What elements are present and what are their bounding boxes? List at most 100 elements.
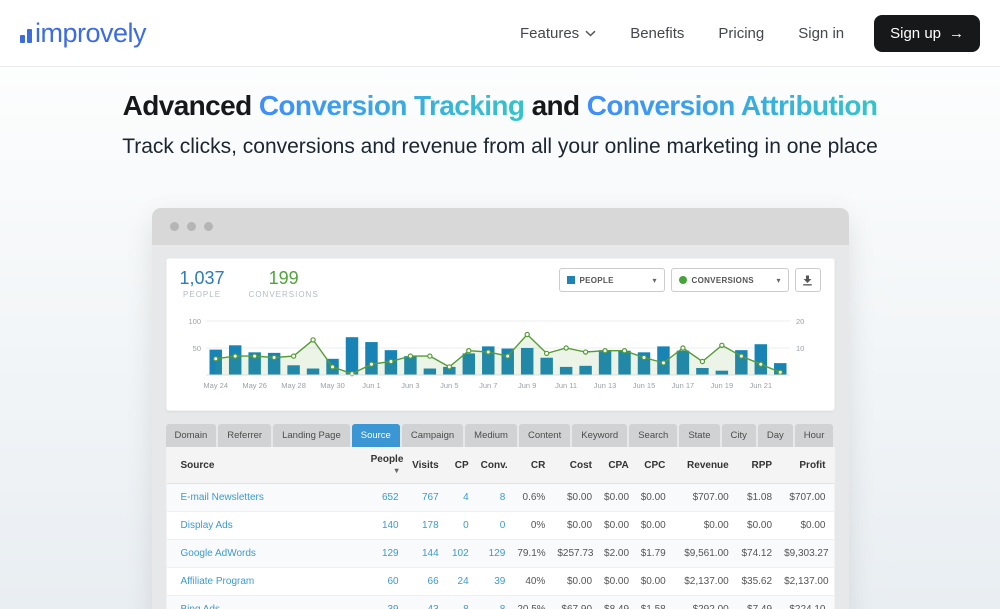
value-cell[interactable]: 0 xyxy=(447,512,477,540)
value-cell[interactable]: 652 xyxy=(367,484,407,512)
value-cell[interactable]: 129 xyxy=(367,540,407,568)
value-cell[interactable]: 767 xyxy=(407,484,447,512)
improvely-logo[interactable]: improvely xyxy=(20,20,146,47)
value-cell[interactable]: 8 xyxy=(477,596,514,609)
value-cell: $2.00 xyxy=(600,540,637,568)
tab-content[interactable]: Content xyxy=(519,424,570,447)
tab-day[interactable]: Day xyxy=(758,424,793,447)
people-series-swatch-icon xyxy=(567,276,575,284)
value-cell[interactable]: 43 xyxy=(407,596,447,609)
svg-text:May 26: May 26 xyxy=(242,381,267,390)
source-link[interactable]: Display Ads xyxy=(167,512,367,540)
tab-medium[interactable]: Medium xyxy=(465,424,517,447)
tab-state[interactable]: State xyxy=(679,424,719,447)
value-cell[interactable]: 39 xyxy=(477,568,514,596)
svg-text:Jun 21: Jun 21 xyxy=(750,381,773,390)
column-header-rpp[interactable]: RPP xyxy=(737,447,780,484)
column-header-cpa[interactable]: CPA xyxy=(600,447,637,484)
download-chart-button[interactable] xyxy=(795,268,821,292)
column-header-source[interactable]: Source xyxy=(167,447,367,484)
nav-item-sign-in[interactable]: Sign in xyxy=(798,25,844,42)
value-cell[interactable]: 178 xyxy=(407,512,447,540)
tab-landing-page[interactable]: Landing Page xyxy=(273,424,350,447)
value-cell: $707.00 xyxy=(780,484,833,512)
column-header-visits[interactable]: Visits xyxy=(407,447,447,484)
value-cell: $224.10 xyxy=(780,596,833,609)
value-cell[interactable]: 0 xyxy=(477,512,514,540)
value-cell[interactable]: 129 xyxy=(477,540,514,568)
column-header-revenue[interactable]: Revenue xyxy=(673,447,736,484)
tab-campaign[interactable]: Campaign xyxy=(402,424,463,447)
value-cell: 0.6% xyxy=(513,484,553,512)
svg-text:100: 100 xyxy=(188,317,201,326)
sign-up-button[interactable]: Sign up → xyxy=(874,15,980,52)
table-row: Affiliate Program6066243940%$0.00$0.00$0… xyxy=(167,568,834,596)
value-cell[interactable]: 4 xyxy=(447,484,477,512)
tab-referrer[interactable]: Referrer xyxy=(218,424,271,447)
column-header-cp[interactable]: CP xyxy=(447,447,477,484)
traffic-chart[interactable]: 501001020May 24May 26May 28May 30Jun 1Ju… xyxy=(180,303,821,408)
source-link[interactable]: E-mail Newsletters xyxy=(167,484,367,512)
hero-title: Advanced Conversion Tracking and Convers… xyxy=(0,88,1000,124)
logo-text: improvely xyxy=(35,20,146,47)
svg-text:Jun 1: Jun 1 xyxy=(362,381,380,390)
chart-controls: PEOPLE ▾ CONVERSIONS ▾ xyxy=(559,268,821,292)
people-stat: 1,037 PEOPLE xyxy=(180,268,225,299)
site-header: improvely Features Benefits Pricing Sign in… xyxy=(0,0,1000,67)
hero-subtitle: Track clicks, conversions and revenue fr… xyxy=(0,133,1000,160)
people-series-label: PEOPLE xyxy=(580,276,614,285)
sources-table-card: SourcePeople ▾VisitsCPConv.CRCostCPACPCR… xyxy=(166,447,835,609)
source-link[interactable]: Bing Ads xyxy=(167,596,367,609)
tab-city[interactable]: City xyxy=(722,424,756,447)
nav-item-pricing[interactable]: Pricing xyxy=(718,25,764,42)
tab-keyword[interactable]: Keyword xyxy=(572,424,627,447)
value-cell[interactable]: 66 xyxy=(407,568,447,596)
svg-text:Jun 15: Jun 15 xyxy=(633,381,656,390)
source-link[interactable]: Affiliate Program xyxy=(167,568,367,596)
value-cell[interactable]: 102 xyxy=(447,540,477,568)
tab-domain[interactable]: Domain xyxy=(166,424,217,447)
value-cell: $0.00 xyxy=(737,512,780,540)
download-icon xyxy=(802,275,813,286)
people-series-select[interactable]: PEOPLE ▾ xyxy=(559,268,665,292)
value-cell[interactable]: 140 xyxy=(367,512,407,540)
value-cell[interactable]: 60 xyxy=(367,568,407,596)
column-header-profit[interactable]: Profit xyxy=(780,447,833,484)
table-row: Google AdWords12914410212979.1%$257.73$2… xyxy=(167,540,834,568)
window-titlebar xyxy=(152,208,849,245)
hero-title-part: Conversion Attribution xyxy=(587,90,878,121)
column-header-cost[interactable]: Cost xyxy=(553,447,600,484)
nav-item-features[interactable]: Features xyxy=(520,25,596,42)
sign-up-label: Sign up xyxy=(890,25,941,42)
svg-text:Jun 17: Jun 17 xyxy=(672,381,695,390)
window-control-dot xyxy=(204,222,213,231)
value-cell[interactable]: 8 xyxy=(447,596,477,609)
tab-source[interactable]: Source xyxy=(352,424,400,447)
svg-text:Jun 3: Jun 3 xyxy=(401,381,419,390)
value-cell[interactable]: 8 xyxy=(477,484,514,512)
column-header-conv[interactable]: Conv. xyxy=(477,447,514,484)
value-cell[interactable]: 144 xyxy=(407,540,447,568)
column-header-cr[interactable]: CR xyxy=(513,447,553,484)
value-cell[interactable]: 39 xyxy=(367,596,407,609)
tab-hour[interactable]: Hour xyxy=(795,424,834,447)
table-row: Bing Ads39438820.5%$67.90$8.49$1.58$292.… xyxy=(167,596,834,609)
value-cell: $257.73 xyxy=(553,540,600,568)
window-control-dot xyxy=(187,222,196,231)
tab-search[interactable]: Search xyxy=(629,424,677,447)
conversions-series-select[interactable]: CONVERSIONS ▾ xyxy=(671,268,789,292)
column-header-people[interactable]: People ▾ xyxy=(367,447,407,484)
main-nav: Features Benefits Pricing Sign in Sign up → xyxy=(520,15,980,52)
value-cell: $0.00 xyxy=(673,512,736,540)
conversions-stat-label: CONVERSIONS xyxy=(249,290,319,299)
nav-item-benefits[interactable]: Benefits xyxy=(630,25,684,42)
value-cell: $1.58 xyxy=(637,596,674,609)
value-cell: $0.00 xyxy=(780,512,833,540)
value-cell: $9,303.27 xyxy=(780,540,833,568)
value-cell: $1.08 xyxy=(737,484,780,512)
source-link[interactable]: Google AdWords xyxy=(167,540,367,568)
value-cell[interactable]: 24 xyxy=(447,568,477,596)
value-cell: $0.00 xyxy=(600,512,637,540)
nav-item-label: Pricing xyxy=(718,25,764,42)
column-header-cpc[interactable]: CPC xyxy=(637,447,674,484)
